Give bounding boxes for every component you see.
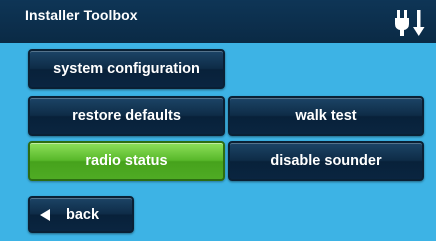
system-configuration-label: system configuration bbox=[53, 61, 200, 77]
disable-sounder-button[interactable]: disable sounder bbox=[228, 141, 424, 181]
disable-sounder-label: disable sounder bbox=[270, 153, 382, 169]
radio-status-button[interactable]: radio status bbox=[28, 141, 225, 181]
installer-screen: Installer Toolbox system configuration r… bbox=[0, 0, 436, 241]
restore-defaults-label: restore defaults bbox=[72, 108, 181, 124]
system-configuration-button[interactable]: system configuration bbox=[28, 49, 225, 89]
back-label: back bbox=[66, 206, 100, 223]
radio-status-label: radio status bbox=[85, 153, 168, 169]
back-arrow-icon bbox=[40, 208, 50, 221]
walk-test-label: walk test bbox=[295, 108, 357, 124]
back-button[interactable]: back bbox=[28, 196, 134, 233]
walk-test-button[interactable]: walk test bbox=[228, 96, 424, 136]
plug-power-icon bbox=[395, 10, 425, 36]
restore-defaults-button[interactable]: restore defaults bbox=[28, 96, 225, 136]
page-title: Installer Toolbox bbox=[25, 7, 138, 23]
title-bar: Installer Toolbox bbox=[0, 0, 436, 43]
